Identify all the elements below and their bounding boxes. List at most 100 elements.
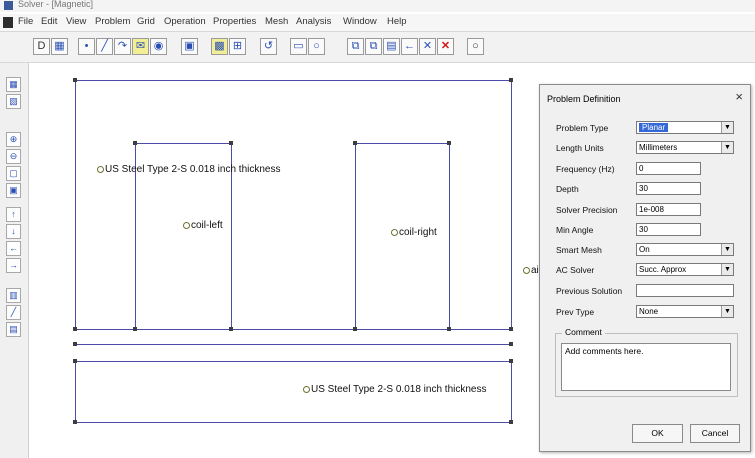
smart-mesh-select[interactable]: On ▼ [636,243,734,256]
label-coil-left[interactable]: coil-left [183,220,223,231]
zoom-out-icon[interactable]: ⊖ [6,149,21,164]
geometry-segment[interactable] [449,143,450,330]
geometry-node[interactable] [73,420,77,424]
geometry-segment[interactable] [75,422,512,423]
group-icon[interactable]: ✉ [132,38,149,55]
geometry-node[interactable] [447,141,451,145]
prev-type-select[interactable]: None ▼ [636,305,734,318]
select-point-icon[interactable]: • [78,38,95,55]
mirror-icon[interactable]: ← [401,38,418,55]
menu-file[interactable]: File [18,16,33,27]
delete-icon[interactable]: ✕ [437,38,454,55]
geometry-segment[interactable] [511,80,512,330]
geometry-node[interactable] [509,78,513,82]
circle-icon[interactable]: ○ [308,38,325,55]
geometry-node[interactable] [229,141,233,145]
problem-type-label: Problem Type [556,123,609,133]
new-file-icon[interactable]: D [33,38,50,55]
geometry-node[interactable] [73,342,77,346]
zoom-window-icon[interactable]: ▣ [6,183,21,198]
ok-button[interactable]: OK [632,424,683,443]
chevron-down-icon[interactable]: ▼ [721,264,733,275]
segment-mode-icon[interactable]: ▧ [6,94,21,109]
pan-down-icon[interactable]: ↓ [6,224,21,239]
cancel-button[interactable]: Cancel [690,424,740,443]
chevron-down-icon[interactable]: ▼ [721,122,733,133]
open-file-icon[interactable]: ▦ [51,38,68,55]
length-units-select[interactable]: Millimeters ▼ [636,141,734,154]
pan-right-icon[interactable]: → [6,258,21,273]
menu-mesh[interactable]: Mesh [265,16,288,27]
menu-operation[interactable]: Operation [164,16,206,27]
pan-up-icon[interactable]: ↑ [6,207,21,222]
length-units-label: Length Units [556,143,604,153]
draw-arc-icon[interactable]: ↷ [114,38,131,55]
zoom-in-icon[interactable]: ⊕ [6,132,21,147]
geometry-node[interactable] [73,327,77,331]
menu-edit[interactable]: Edit [41,16,57,27]
mesh-icon[interactable]: ▩ [211,38,228,55]
geometry-segment[interactable] [135,143,232,144]
geometry-segment[interactable] [75,361,76,423]
arc-mode-icon[interactable]: ╱ [6,305,21,320]
geometry-node[interactable] [509,342,513,346]
geometry-node[interactable] [353,327,357,331]
label-coil-right[interactable]: coil-right [391,227,437,238]
min-angle-field[interactable]: 30 [636,223,701,236]
settings-icon[interactable]: ○ [467,38,484,55]
geometry-node[interactable] [73,359,77,363]
copy-icon[interactable]: ⧉ [347,38,364,55]
menu-view[interactable]: View [66,16,86,27]
geometry-segment[interactable] [75,344,512,345]
geometry-segment[interactable] [75,361,512,362]
draw-line-icon[interactable]: ╱ [96,38,113,55]
select-icon[interactable]: ✕ [419,38,436,55]
node-mode-icon[interactable]: ▦ [6,77,21,92]
grid-toggle-icon[interactable]: ▥ [6,288,21,303]
zoom-extents-icon[interactable]: ⊞ [229,38,246,55]
depth-field[interactable]: 30 [636,182,701,195]
geometry-node[interactable] [509,420,513,424]
menu-analysis[interactable]: Analysis [296,16,331,27]
problem-type-select[interactable]: Planar ▼ [636,121,734,134]
snap-grid-icon[interactable]: ▣ [181,38,198,55]
pan-left-icon[interactable]: ← [6,241,21,256]
move-icon[interactable]: ▤ [383,38,400,55]
menu-grid[interactable]: Grid [137,16,155,27]
chevron-down-icon[interactable]: ▼ [721,306,733,317]
close-icon[interactable]: × [735,89,743,104]
frequency-field[interactable]: 0 [636,162,701,175]
chevron-down-icon[interactable]: ▼ [721,244,733,255]
chevron-down-icon[interactable]: ▼ [721,142,733,153]
menu-problem[interactable]: Problem [95,16,130,27]
geometry-segment[interactable] [75,80,512,81]
paste-icon[interactable]: ⧉ [365,38,382,55]
geometry-segment[interactable] [511,361,512,423]
geometry-segment[interactable] [75,80,76,330]
geometry-node[interactable] [73,78,77,82]
label-steel-bottom[interactable]: US Steel Type 2-S 0.018 inch thickness [303,384,486,395]
menu-help[interactable]: Help [387,16,407,27]
solver-precision-field[interactable]: 1e-008 [636,203,701,216]
ac-solver-select[interactable]: Succ. Approx ▼ [636,263,734,276]
zoom-window-icon[interactable]: ◉ [150,38,167,55]
geometry-node[interactable] [229,327,233,331]
label-steel-top[interactable]: US Steel Type 2-S 0.018 inch thickness [97,164,280,175]
geometry-node[interactable] [447,327,451,331]
geometry-node[interactable] [353,141,357,145]
menu-window[interactable]: Window [343,16,377,27]
zoom-extents-icon[interactable]: ▢ [6,166,21,181]
document-icon[interactable] [3,17,13,28]
geometry-node[interactable] [133,141,137,145]
previous-solution-field[interactable] [636,284,734,297]
undo-icon[interactable]: ↺ [260,38,277,55]
geometry-node[interactable] [509,359,513,363]
geometry-segment[interactable] [355,143,450,144]
rectangle-icon[interactable]: ▭ [290,38,307,55]
block-label-icon[interactable]: ▤ [6,322,21,337]
menu-properties[interactable]: Properties [213,16,256,27]
geometry-node[interactable] [509,327,513,331]
geometry-segment[interactable] [355,143,356,330]
geometry-node[interactable] [133,327,137,331]
comment-textarea[interactable]: Add comments here. [561,343,731,391]
